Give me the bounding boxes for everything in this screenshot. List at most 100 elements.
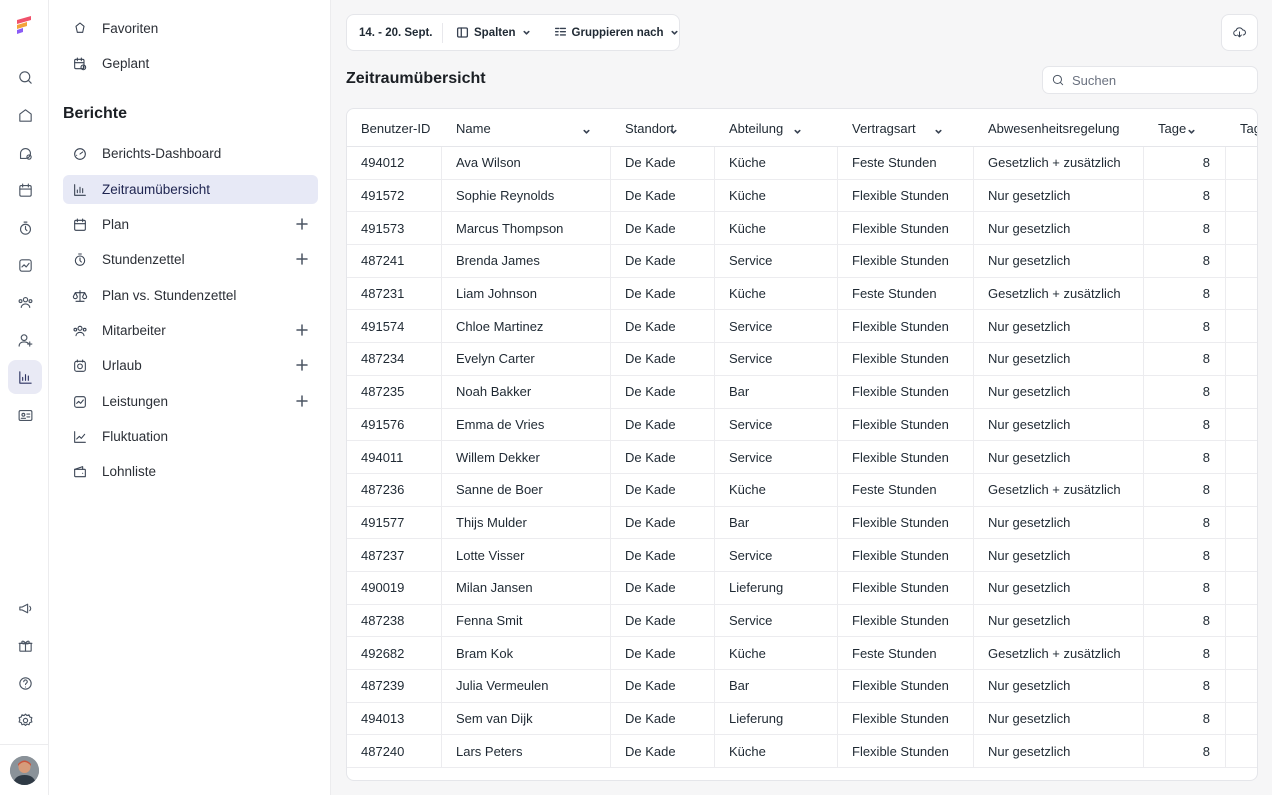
table-cell: 8 (1144, 441, 1226, 473)
sidebar-item-plan-vs-stundenzettel[interactable]: Plan vs. Stundenzettel (63, 281, 318, 310)
table-row[interactable]: 491573 Marcus Thompson De Kade Küche Flexibl… (347, 212, 1257, 246)
sidebar-item-zeitraumuebersicht[interactable]: Zeitraumübersicht (63, 175, 318, 204)
column-header[interactable]: Benutzer-ID (347, 109, 442, 147)
table-body: 494012 Ava Wilson De Kade Küche Feste Stunde… (347, 147, 1257, 769)
columns-dropdown[interactable]: Spalten (456, 23, 531, 43)
column-header[interactable]: Abwesenheitsregelung (974, 109, 1144, 147)
megaphone-icon (18, 603, 31, 613)
user-avatar-icon (10, 756, 39, 785)
table-cell: Service (715, 441, 838, 473)
sidebar-item-label: Geplant (102, 56, 150, 71)
sidebar-item-favoriten[interactable]: Favoriten (63, 14, 318, 43)
table-cell: Flexible Stunden (838, 702, 974, 735)
table-row[interactable]: 494012 Ava Wilson De Kade Küche Feste Stunde… (347, 147, 1257, 180)
table-cell: De Kade (611, 539, 715, 571)
column-header[interactable]: Abteilung (715, 109, 838, 147)
table-row[interactable]: 491572 Sophie Reynolds De Kade Küche Flexibl… (347, 179, 1257, 213)
search-box[interactable] (1042, 66, 1258, 94)
table-cell: Sophie Reynolds (442, 179, 611, 212)
rail-team-button[interactable] (8, 285, 42, 319)
table-cell: Marcus Thompson (442, 212, 611, 245)
table-cell: Chloe Martinez (442, 310, 611, 343)
table-cell: Emma de Vries (442, 408, 611, 441)
sidebar-item-label: Lohnliste (102, 464, 157, 479)
sidebar-item-berichts-dashboard[interactable]: Berichts-Dashboard (63, 139, 318, 168)
table-row[interactable]: 487235 Noah Bakker De Kade Bar Flexible Stun… (347, 375, 1257, 409)
table-cell: De Kade (611, 277, 715, 310)
sidebar-item-geplant[interactable]: Geplant (63, 49, 318, 78)
rail-activity-button[interactable] (8, 248, 42, 282)
table-row[interactable]: 487238 Fenna Smit De Kade Service Flexible S… (347, 604, 1257, 638)
sidebar-item-plan[interactable]: Plan (63, 210, 318, 239)
sidebar-item-label: Favoriten (102, 21, 159, 36)
column-header[interactable]: Standort (611, 109, 715, 147)
avatar[interactable] (10, 756, 39, 785)
chevron-down-icon[interactable] (793, 124, 802, 134)
add-stundenzettel-icon[interactable] (295, 252, 309, 266)
table-cell: 487241 (347, 245, 442, 277)
table-cell (1226, 670, 1257, 702)
sidebar-item-lohnliste[interactable]: Lohnliste (63, 457, 318, 486)
sidebar-item-stundenzettel[interactable]: Stundenzettel (63, 245, 318, 274)
table-row[interactable]: 491574 Chloe Martinez De Kade Service Flexib… (347, 310, 1257, 344)
sidebar-item-label: Berichts-Dashboard (102, 146, 222, 161)
column-header-label: Name (456, 120, 491, 136)
rail-gift-button[interactable] (8, 628, 42, 662)
table-cell: 491574 (347, 310, 442, 343)
column-header[interactable]: Tage (1144, 109, 1226, 147)
download-button[interactable] (1221, 14, 1258, 51)
rail-timer-button[interactable] (8, 211, 42, 245)
column-header[interactable]: Name (442, 109, 611, 147)
chevron-down-icon[interactable] (582, 124, 591, 134)
table-row[interactable]: 487231 Liam Johnson De Kade Küche Feste Stun… (347, 277, 1257, 311)
rail-help-button[interactable] (8, 666, 42, 700)
search-input[interactable] (1072, 72, 1242, 88)
add-plan-icon[interactable] (295, 217, 309, 231)
table-cell: Nur gesetzlich (974, 245, 1144, 277)
sidebar-item-fluktuation[interactable]: Fluktuation (63, 422, 318, 451)
scheduled-icon (71, 55, 89, 73)
table-row[interactable]: 490019 Milan Jansen De Kade Lieferung Flexib… (347, 571, 1257, 605)
chevron-down-icon[interactable] (1187, 124, 1196, 134)
rail-home-button[interactable] (8, 98, 42, 132)
table-row[interactable]: 487236 Sanne de Boer De Kade Küche Feste Stu… (347, 473, 1257, 507)
table-row[interactable]: 487237 Lotte Visser De Kade Service Flexible… (347, 539, 1257, 572)
add-mitarbeiter-icon[interactable] (295, 323, 309, 337)
rail-settings-button[interactable] (8, 703, 42, 737)
activity-icon (71, 393, 89, 411)
rail-reports-button[interactable] (8, 360, 42, 394)
add-leistungen-icon[interactable] (295, 394, 309, 408)
logo-icon[interactable] (14, 14, 36, 36)
group-by-dropdown[interactable]: Gruppieren nach (554, 23, 679, 43)
rail-id-card-button[interactable] (8, 398, 42, 432)
add-urlaub-icon[interactable] (295, 358, 309, 372)
table-row[interactable]: 494013 Sem van Dijk De Kade Lieferung Flexib… (347, 702, 1257, 736)
sidebar-item-mitarbeiter[interactable]: Mitarbeiter (63, 316, 318, 345)
column-header[interactable]: Tag (1226, 109, 1257, 147)
table-cell: Bar (715, 375, 838, 408)
table-row[interactable]: 487241 Brenda James De Kade Service Flexible… (347, 245, 1257, 278)
rail-calendar-button[interactable] (8, 173, 42, 207)
rail-announcements-button[interactable] (8, 591, 42, 625)
table-cell: Feste Stunden (838, 277, 974, 310)
team-icon (18, 296, 32, 308)
table-row[interactable]: 487240 Lars Peters De Kade Küche Flexible St… (347, 735, 1257, 769)
table-row[interactable]: 491576 Emma de Vries De Kade Service Flexibl… (347, 408, 1257, 442)
sidebar-item-urlaub[interactable]: Urlaub (63, 351, 318, 380)
date-range-picker[interactable]: 14. - 20. Sept. (347, 22, 443, 43)
table-row[interactable]: 487239 Julia Vermeulen De Kade Bar Flexible … (347, 670, 1257, 703)
rail-add-user-button[interactable] (8, 323, 42, 357)
table-cell: Julia Vermeulen (442, 670, 611, 702)
chevron-down-icon[interactable] (669, 124, 678, 134)
rail-inbox-button[interactable] (8, 136, 42, 170)
table-cell: Küche (715, 277, 838, 310)
table-row[interactable]: 491577 Thijs Mulder De Kade Bar Flexible Stu… (347, 506, 1257, 540)
table-row[interactable]: 487234 Evelyn Carter De Kade Service Flexibl… (347, 343, 1257, 376)
sidebar-item-leistungen[interactable]: Leistungen (63, 387, 318, 416)
rail-search-button[interactable] (8, 60, 42, 94)
column-header[interactable]: Vertragsart (838, 109, 974, 147)
table-row[interactable]: 492682 Bram Kok De Kade Küche Feste Stunden G… (347, 637, 1257, 670)
table-cell: Flexible Stunden (838, 571, 974, 604)
table-row[interactable]: 494011 Willem Dekker De Kade Service Flexibl… (347, 441, 1257, 474)
chevron-down-icon[interactable] (934, 124, 943, 134)
